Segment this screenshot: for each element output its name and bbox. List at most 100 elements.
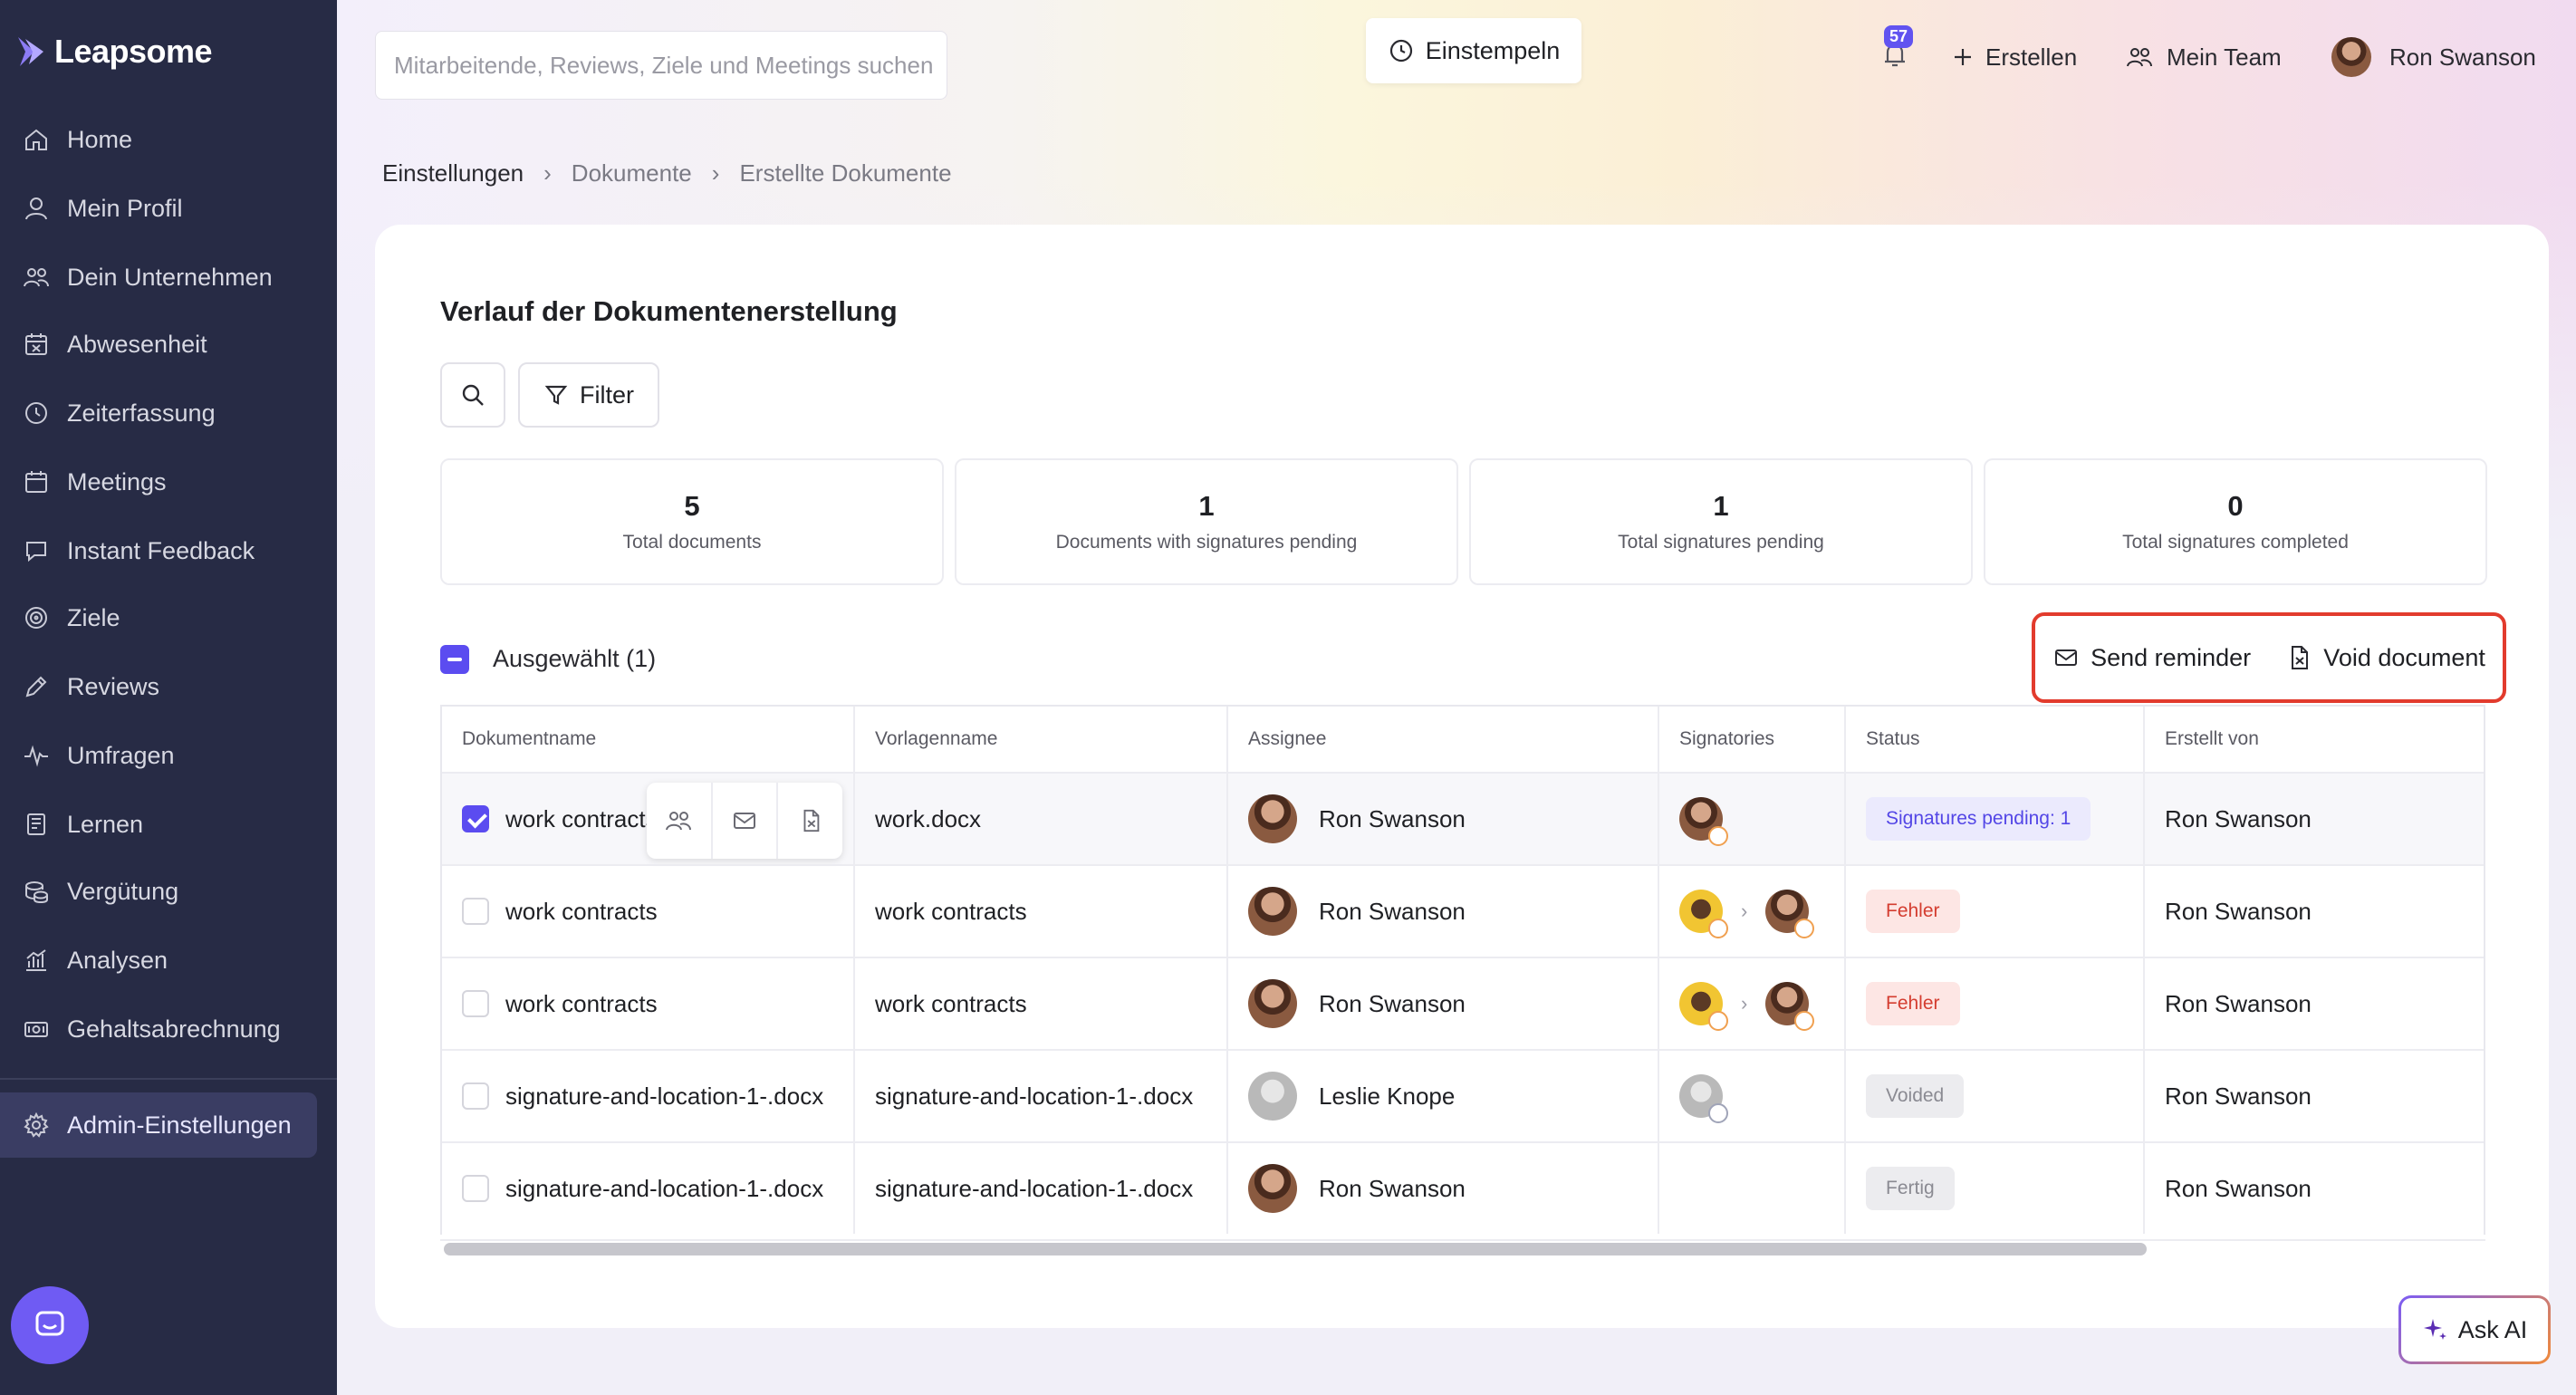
assignee-avatar (1248, 794, 1297, 843)
sidebar-item-learning[interactable]: Lernen (0, 797, 337, 851)
document-history-card: Verlauf der Dokumentenerstellung Filter … (375, 225, 2549, 1328)
send-reminder-button[interactable]: Send reminder (2052, 644, 2251, 672)
row-void-document-button[interactable] (778, 783, 842, 859)
breadcrumb-documents[interactable]: Dokumente (572, 159, 692, 188)
my-team-label: Mein Team (2167, 43, 2282, 71)
sidebar-item-compensation[interactable]: Vergütung (0, 864, 337, 919)
column-header-assignee[interactable]: Assignee (1228, 707, 1659, 772)
table-row[interactable]: signature-and-location-1-.docx signature… (442, 1049, 2484, 1141)
sidebar-item-surveys[interactable]: Umfragen (0, 728, 337, 783)
table-row[interactable]: signature-and-location-1-.docx signature… (442, 1141, 2484, 1234)
sidebar-item-home[interactable]: Home (0, 112, 337, 167)
row-checkbox[interactable] (462, 805, 489, 832)
sidebar-item-label: Lernen (67, 810, 144, 838)
sidebar-item-meetings[interactable]: Meetings (0, 455, 337, 509)
breadcrumb-settings[interactable]: Einstellungen (382, 159, 524, 188)
search-icon (462, 384, 484, 406)
pending-clock-icon (1794, 1011, 1815, 1031)
sidebar-item-time[interactable]: Zeiterfassung (0, 386, 337, 440)
assignee-name: Ron Swanson (1319, 1174, 1466, 1202)
assignee-avatar (1248, 1072, 1297, 1121)
column-header-status[interactable]: Status (1846, 707, 2145, 772)
sidebar-item-instant-feedback[interactable]: Instant Feedback (0, 524, 337, 578)
column-header-signatories[interactable]: Signatories (1659, 707, 1846, 772)
column-header-created-by[interactable]: Erstellt von (2145, 707, 2484, 772)
sparkle-icon (2423, 1319, 2446, 1340)
row-checkbox[interactable] (462, 1175, 489, 1202)
column-header-template-name[interactable]: Vorlagenname (855, 707, 1228, 772)
sidebar-item-company[interactable]: Dein Unternehmen (0, 250, 337, 304)
status-cell: Voided (1846, 1051, 2145, 1141)
void-document-button[interactable]: Void document (2285, 644, 2485, 672)
sidebar-item-analytics[interactable]: Analysen (0, 933, 337, 987)
column-header-document-name[interactable]: Dokumentname (442, 707, 855, 772)
global-search-input[interactable]: Mitarbeitende, Reviews, Ziele und Meetin… (375, 31, 947, 100)
manage-signatories-button[interactable] (647, 783, 713, 859)
sidebar-item-label: Mein Profil (67, 194, 183, 222)
row-checkbox[interactable] (462, 1082, 489, 1110)
row-checkbox[interactable] (462, 990, 489, 1017)
document-name[interactable]: signature-and-location-1-.docx (505, 1082, 823, 1111)
target-icon (22, 603, 51, 632)
sidebar-item-label: Meetings (67, 467, 167, 495)
status-badge: Signatures pending: 1 (1866, 797, 2091, 841)
document-name[interactable]: work contracts (505, 898, 658, 926)
signatories-cell (1659, 774, 1846, 864)
my-team-button[interactable]: Mein Team (2125, 29, 2282, 85)
leapsome-logo[interactable]: Leapsome (16, 33, 213, 71)
signatory-avatar[interactable] (1679, 890, 1728, 938)
sidebar-item-reviews[interactable]: Reviews (0, 659, 337, 714)
sidebar-item-absence[interactable]: Abwesenheit (0, 317, 337, 371)
table-row[interactable]: work contracts work.docx Ron Swanson Sig… (442, 772, 2484, 864)
created-by-cell: Ron Swanson (2165, 989, 2312, 1017)
search-button[interactable] (440, 362, 505, 428)
stat-label: Total documents (622, 532, 762, 553)
signatories-cell (1659, 1143, 1846, 1234)
mail-icon (734, 813, 755, 829)
stat-signatures-completed: 0 Total signatures completed (1984, 458, 2487, 585)
assignee-name: Leslie Knope (1319, 1082, 1456, 1110)
sidebar-item-admin-settings[interactable]: Admin-Einstellungen (0, 1092, 317, 1158)
sidebar-item-label: Home (67, 125, 133, 153)
assignee-name: Ron Swanson (1319, 989, 1466, 1017)
team-icon (2127, 48, 2152, 67)
signatory-avatar[interactable] (1765, 982, 1815, 1031)
stat-total-documents: 5 Total documents (440, 458, 944, 585)
ask-ai-button[interactable]: Ask AI (2398, 1295, 2551, 1364)
create-button[interactable]: Erstellen (1949, 29, 2077, 85)
user-avatar (2331, 37, 2371, 77)
clock-in-button[interactable]: Einstempeln (1366, 18, 1581, 83)
status-cell: Fehler (1846, 866, 2145, 957)
signatory-avatar[interactable] (1679, 1074, 1728, 1123)
users-icon (666, 812, 692, 831)
horizontal-scrollbar[interactable] (444, 1243, 2147, 1256)
filter-button[interactable]: Filter (518, 362, 659, 428)
sidebar-item-profile[interactable]: Mein Profil (0, 181, 337, 236)
row-checkbox[interactable] (462, 898, 489, 925)
stat-label: Documents with signatures pending (1055, 532, 1358, 553)
signatory-avatar[interactable] (1679, 797, 1728, 846)
user-menu[interactable]: Ron Swanson (2331, 29, 2536, 85)
status-cell: Fertig (1846, 1143, 2145, 1234)
status-badge: Fehler (1866, 982, 1960, 1025)
support-chat-button[interactable] (11, 1286, 89, 1364)
signatory-avatar[interactable] (1765, 890, 1815, 938)
sidebar-item-label: Zeiterfassung (67, 399, 216, 427)
signatory-avatar[interactable] (1679, 982, 1728, 1031)
document-name[interactable]: work contracts (505, 805, 658, 833)
row-hover-actions (647, 783, 842, 859)
document-name[interactable]: signature-and-location-1-.docx (505, 1175, 823, 1203)
table-row[interactable]: work contracts work contracts Ron Swanso… (442, 864, 2484, 957)
chevron-right-icon: › (1741, 992, 1748, 1015)
row-send-reminder-button[interactable] (713, 783, 779, 859)
users-icon (22, 263, 51, 292)
document-name[interactable]: work contracts (505, 990, 658, 1018)
sidebar-item-payroll[interactable]: Gehaltsabrechnung (0, 1002, 337, 1056)
documents-table: Dokumentname Vorlagenname Assignee Signa… (440, 705, 2485, 1235)
table-row[interactable]: work contracts work contracts Ron Swanso… (442, 957, 2484, 1049)
status-badge: Fertig (1866, 1167, 1955, 1210)
sidebar-item-goals[interactable]: Ziele (0, 591, 337, 645)
stat-value: 0 (2227, 490, 2244, 522)
select-all-checkbox[interactable] (440, 645, 469, 674)
pending-clock-icon (1708, 1011, 1728, 1031)
